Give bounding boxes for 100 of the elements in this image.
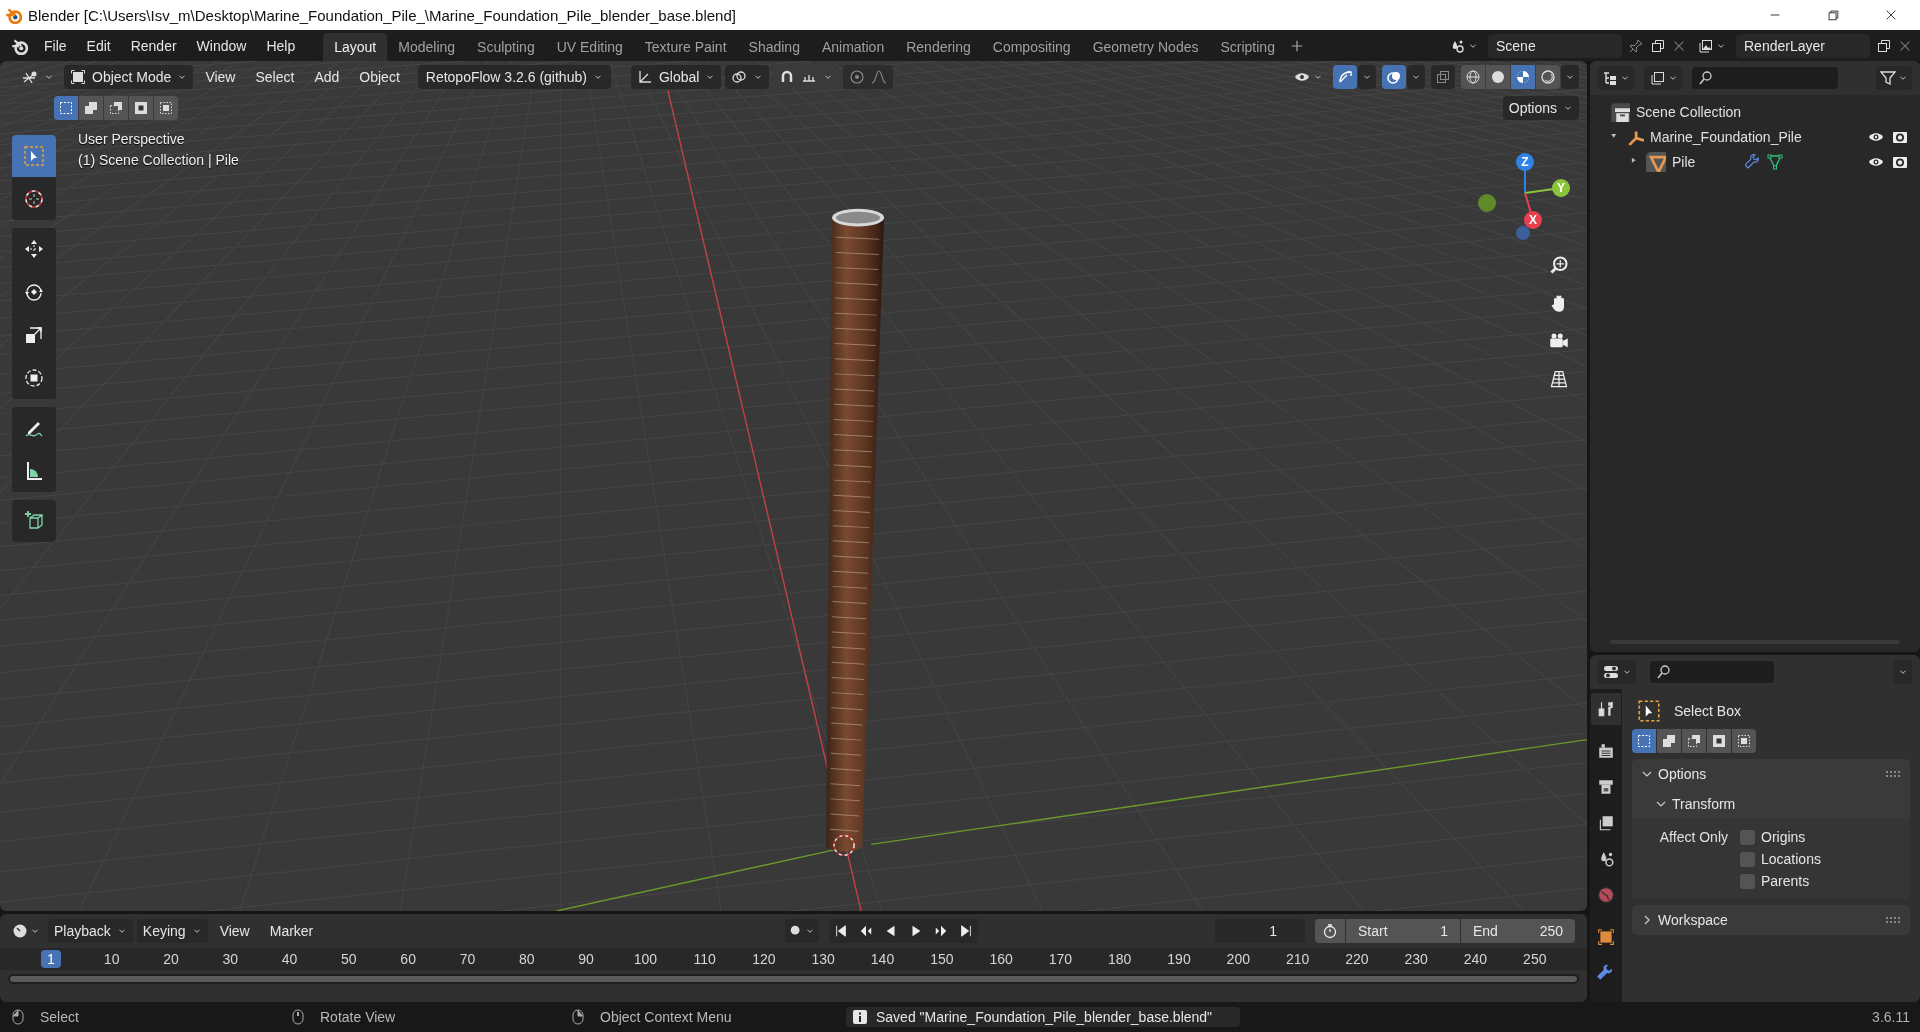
options-dropdown[interactable]: Options <box>1502 96 1579 120</box>
menu-item[interactable]: Help <box>256 33 306 58</box>
menu-item[interactable]: Add <box>306 65 348 89</box>
menu-item[interactable]: Edit <box>76 33 121 58</box>
orientation-dropdown[interactable]: Global <box>630 65 722 89</box>
extend-selection-icon[interactable] <box>1657 729 1681 753</box>
tool-settings-tab[interactable] <box>1591 693 1621 725</box>
xray-toggle[interactable] <box>1431 65 1455 89</box>
menu-item[interactable]: Window <box>186 33 257 58</box>
subtract-selection-icon[interactable] <box>104 96 128 120</box>
workspace-tab[interactable]: Modeling <box>387 33 467 61</box>
checkbox[interactable]: Origins <box>1740 829 1910 845</box>
outliner-item[interactable]: Scene Collection <box>1636 103 1742 120</box>
outliner-item[interactable]: Pile <box>1672 153 1696 170</box>
pivot-icon <box>731 69 748 85</box>
pin-icon[interactable] <box>1628 37 1644 54</box>
shortcut-hint: Rotate View <box>320 1009 396 1025</box>
wrench-icon[interactable] <box>1745 153 1762 170</box>
workspace-tab[interactable]: Sculpting <box>466 33 546 61</box>
solid-shading-button[interactable] <box>1486 65 1510 89</box>
subpanel-header[interactable]: Transform <box>1632 789 1910 819</box>
toggle-options-dropdown[interactable] <box>1407 65 1425 89</box>
frame-number: 90 <box>578 951 594 967</box>
panel-header[interactable]: Options <box>1632 759 1910 789</box>
proportional-edit-toggle[interactable] <box>843 65 894 89</box>
navigation-gizmo-drawing[interactable] <box>1478 153 1570 240</box>
new-selection-icon[interactable] <box>54 96 78 120</box>
workspace-tab[interactable]: Scripting <box>1209 33 1286 61</box>
message-text: Saved "Marine_Foundation_Pile_blender_base.blend" <box>876 1009 1213 1025</box>
new-selection-icon[interactable] <box>1632 729 1656 753</box>
workspace-tab[interactable]: Layout <box>323 33 388 61</box>
start-frame-field[interactable]: Start 1 <box>1346 919 1460 943</box>
extend-selection-icon[interactable] <box>79 96 103 120</box>
wireframe-shading-button[interactable] <box>1461 65 1485 89</box>
end-frame-field[interactable]: End 250 <box>1461 919 1575 943</box>
editor-type-button[interactable] <box>1598 66 1634 90</box>
view-layer-name-field[interactable]: RenderLayer <box>1736 33 1870 58</box>
workspace-tab[interactable]: UV Editing <box>545 33 634 61</box>
invert-selection-icon[interactable] <box>129 96 153 120</box>
search-icon <box>1698 70 1714 86</box>
mesh-data-icon[interactable] <box>1767 153 1784 170</box>
duplicate-icon[interactable] <box>1876 37 1892 54</box>
auto-keying-button[interactable] <box>785 919 820 943</box>
duplicate-icon[interactable] <box>1650 37 1666 54</box>
workspace-tab[interactable]: Shading <box>737 33 811 61</box>
menu-item[interactable]: Object <box>351 65 408 89</box>
chevron-down-icon <box>1642 769 1652 779</box>
checkbox[interactable]: Locations <box>1740 851 1910 867</box>
intersect-selection-glyph-icon <box>158 100 174 116</box>
frame-number: 160 <box>989 951 1013 967</box>
intersect-selection-icon[interactable] <box>1732 729 1756 753</box>
frame-number: 110 <box>693 951 716 967</box>
transform-icon <box>22 366 46 390</box>
menu-item[interactable]: View <box>197 65 244 89</box>
menu-dropdown[interactable]: Playback <box>48 919 133 943</box>
menu-item[interactable]: Marker <box>261 919 322 943</box>
mode-dropdown[interactable]: Object Mode <box>64 65 194 89</box>
workspace-tab[interactable]: Geometry Nodes <box>1081 33 1210 61</box>
display-mode-dropdown[interactable] <box>1644 66 1682 90</box>
material-preview-shading-button[interactable] <box>1511 65 1535 89</box>
invert-selection-icon[interactable] <box>1707 729 1731 753</box>
image-stack-icon <box>1597 814 1615 832</box>
menu-item[interactable]: Select <box>247 65 303 89</box>
shortcut-hint: Object Context Menu <box>600 1009 732 1025</box>
snap-toggle[interactable] <box>773 65 840 89</box>
intersect-selection-icon[interactable] <box>154 96 178 120</box>
properties-icon <box>1602 664 1620 680</box>
menu-item[interactable]: View <box>211 919 258 943</box>
scene-name-field[interactable]: Scene <box>1488 33 1622 58</box>
subtract-selection-icon[interactable] <box>1682 729 1706 753</box>
current-frame-marker[interactable]: 1 <box>41 950 61 968</box>
filter-dropdown[interactable] <box>1876 66 1912 90</box>
workspace-tab[interactable]: Texture Paint <box>633 33 738 61</box>
search-field[interactable] <box>1692 67 1838 89</box>
panel-header[interactable]: Workspace <box>1632 905 1910 935</box>
editor-type-button[interactable] <box>1598 660 1636 684</box>
magnifier-icon <box>1549 255 1569 275</box>
current-frame-field[interactable]: 1 <box>1215 919 1305 943</box>
preview-range-toggle[interactable] <box>1315 919 1345 943</box>
overlay-toggle[interactable] <box>1382 65 1406 89</box>
outliner-item[interactable]: Marine_Foundation_Pile <box>1650 128 1802 145</box>
search-field[interactable] <box>1650 661 1774 683</box>
timeline-scrollbar[interactable] <box>8 974 1579 984</box>
checkbox[interactable]: Parents <box>1740 873 1910 889</box>
add-icon[interactable] <box>1289 38 1304 53</box>
drag-handle-icon[interactable] <box>1886 771 1900 777</box>
menu-item[interactable]: Render <box>120 33 187 58</box>
workspace-tab[interactable]: Compositing <box>981 33 1082 61</box>
menu-item[interactable]: File <box>34 33 77 58</box>
pivot-dropdown[interactable] <box>725 65 770 89</box>
rendered-shading-button[interactable] <box>1536 65 1560 89</box>
drag-handle-icon[interactable] <box>1886 917 1900 923</box>
toggle-options-dropdown[interactable] <box>1358 65 1376 89</box>
select-box-icon <box>22 144 46 168</box>
jump-start-icon <box>834 924 849 938</box>
addon-dropdown[interactable]: RetopoFlow 3.2.6 (github) <box>417 65 611 89</box>
workspace-tab[interactable]: Animation <box>810 33 896 61</box>
menu-dropdown[interactable]: Keying <box>136 919 208 943</box>
workspace-tab[interactable]: Rendering <box>895 33 982 61</box>
gizmo-toggle[interactable] <box>1333 65 1357 89</box>
